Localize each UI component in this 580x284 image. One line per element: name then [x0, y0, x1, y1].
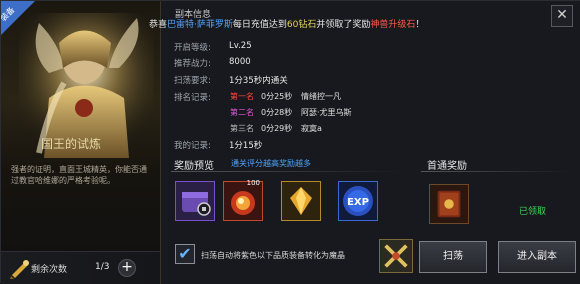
sweep-ticket-icon — [379, 239, 413, 273]
rank-3-name[interactable]: 寂寞a — [301, 123, 322, 134]
red-orb-icon — [224, 182, 262, 220]
broadcast-marquee: 恭喜巴雷特·萨菲罗斯每日充值达到60钻石并领取了奖励神兽升级石！ — [149, 17, 424, 30]
marquee-suffix: ！ — [415, 20, 425, 30]
auto-convert-label: 扫荡自动将紫色以下品质装备转化为魔晶 — [201, 251, 345, 260]
trial-title: 国王的试炼 — [41, 137, 102, 151]
exp-icon: EXP — [339, 182, 377, 220]
reward-item-exp[interactable]: EXP — [338, 181, 378, 221]
my-record-label: 我的记录: — [174, 141, 211, 151]
level-value: Lv.25 — [229, 41, 252, 51]
divider — [171, 171, 401, 172]
marquee-amount: 60钻石 — [286, 20, 317, 30]
reward-item-lock-chest[interactable] — [175, 181, 215, 221]
rank-1-name[interactable]: 情绪控一凡 — [301, 91, 341, 102]
first-clear-reward-item[interactable] — [429, 184, 469, 224]
rank-record-label: 排名记录: — [174, 93, 211, 103]
first-clear-status: 已领取 — [519, 207, 547, 217]
dungeon-dialog: 装备 国王的试炼 强者的证明，直面王城精英，你能否通过教官哈维娜的严格考验呢。 … — [0, 0, 580, 284]
item-count: 100 — [246, 179, 260, 187]
rank-2-position: 第二名 — [230, 108, 254, 117]
level-label: 开启等级: — [174, 43, 211, 53]
close-button[interactable]: ✕ — [551, 5, 573, 27]
rank-2-name[interactable]: 阿瑟·尤里乌斯 — [301, 107, 352, 118]
reward-preview-title: 奖励预览 — [174, 161, 214, 172]
auto-convert-checkbox[interactable]: ✔ — [175, 244, 195, 264]
purple-lock-chest-icon — [176, 182, 214, 220]
marquee-player: 巴雷特·萨菲罗斯 — [167, 20, 233, 30]
marquee-reward: 神兽升级石 — [370, 20, 416, 30]
rank-3-position: 第三名 — [230, 124, 254, 133]
reward-item-gold-crystal[interactable] — [281, 181, 321, 221]
scroll-icon — [10, 260, 29, 279]
marquee-middle2: 并领取了奖励 — [316, 20, 371, 30]
rank-2-time: 0分28秒 — [261, 108, 293, 117]
power-value: 8000 — [229, 57, 251, 67]
rank-1-position: 第一名 — [230, 92, 254, 101]
divider — [421, 171, 571, 172]
first-clear-title: 首通奖励 — [427, 161, 467, 172]
marquee-prefix: 恭喜 — [149, 20, 168, 30]
reward-item-red-orb[interactable]: 100 — [223, 179, 263, 221]
my-record-value: 1分15秒 — [229, 141, 263, 151]
enter-dungeon-button[interactable]: 进入副本 — [498, 241, 576, 273]
marquee-middle: 每日充值达到 — [232, 20, 287, 30]
gold-crystal-icon — [282, 182, 320, 220]
dungeon-hero-panel: 装备 国王的试炼 强者的证明，直面王城精英，你能否通过教官哈维娜的严格考验呢。 … — [1, 1, 161, 284]
reward-preview-hint: 通关评分越高奖励越多 — [231, 159, 311, 168]
trial-description: 强者的证明，直面王城精英，你能否通过教官哈维娜的严格考验呢。 — [11, 165, 147, 185]
sweep-requirement-value: 1分35秒内通关 — [229, 76, 288, 86]
rank-3-time: 0分29秒 — [261, 124, 293, 133]
power-label: 推荐战力: — [174, 59, 211, 69]
remaining-count: 1/3 — [95, 262, 110, 272]
rank-1-time: 0分25秒 — [261, 92, 293, 101]
add-attempts-button[interactable]: + — [118, 259, 136, 277]
remaining-label: 剩余次数 — [31, 265, 68, 275]
red-book-icon — [430, 185, 468, 223]
sweep-button[interactable]: 扫荡 — [419, 241, 487, 273]
exp-label: EXP — [347, 197, 369, 208]
remaining-attempts-bar: 剩余次数 1/3 + — [1, 251, 160, 284]
sweep-requirement-label: 扫荡要求: — [174, 76, 211, 86]
